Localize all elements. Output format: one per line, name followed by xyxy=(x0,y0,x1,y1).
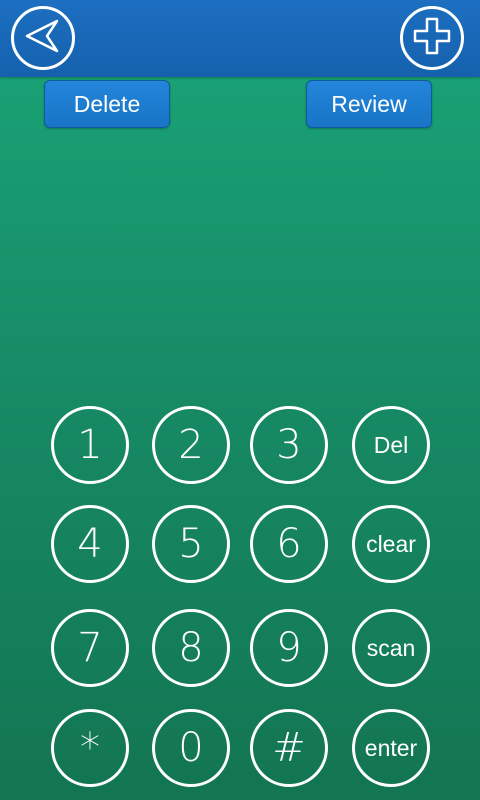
key-enter[interactable]: enter xyxy=(352,709,430,787)
key-5[interactable]: 5 xyxy=(152,505,230,583)
key-9[interactable]: 9 xyxy=(250,609,328,687)
key-hash[interactable]: # xyxy=(250,709,328,787)
key-star[interactable]: * xyxy=(51,709,129,787)
key-scan[interactable]: scan xyxy=(352,609,430,687)
key-4[interactable]: 4 xyxy=(51,505,129,583)
key-7[interactable]: 7 xyxy=(51,609,129,687)
key-2[interactable]: 2 xyxy=(152,406,230,484)
key-clear[interactable]: clear xyxy=(352,505,430,583)
key-8[interactable]: 8 xyxy=(152,609,230,687)
key-del[interactable]: Del xyxy=(352,406,430,484)
key-6[interactable]: 6 xyxy=(250,505,328,583)
key-0[interactable]: 0 xyxy=(152,709,230,787)
key-3[interactable]: 3 xyxy=(250,406,328,484)
key-1[interactable]: 1 xyxy=(51,406,129,484)
keypad: 1 2 3 Del 4 5 6 clear 7 8 9 scan * 0 # e… xyxy=(0,0,480,800)
